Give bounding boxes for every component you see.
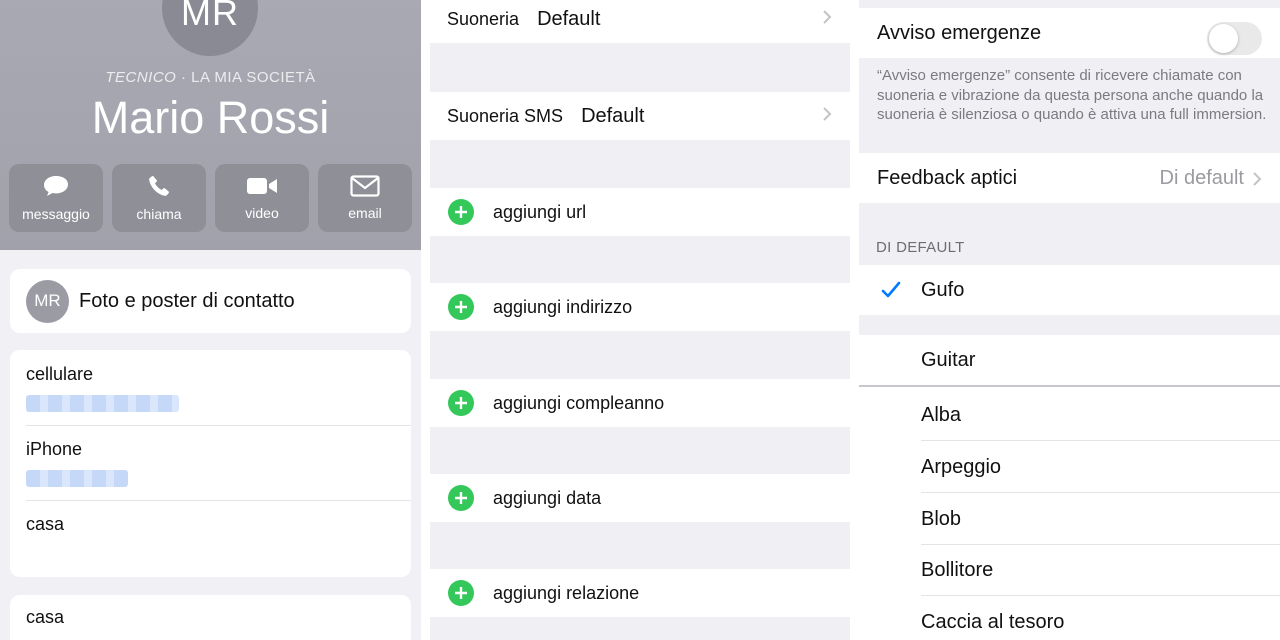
video-icon xyxy=(247,178,277,194)
add-icon xyxy=(448,580,474,606)
tone-row[interactable]: Caccia al tesoro xyxy=(921,596,1280,640)
contact-edit-panel: Suoneria Default Suoneria SMS Default ag… xyxy=(430,0,850,640)
add-relation-row[interactable]: aggiungi relazione xyxy=(430,569,850,617)
haptic-feedback-row[interactable]: Feedback aptici Di default xyxy=(859,153,1280,203)
sms-tone-row[interactable]: Suoneria SMS Default xyxy=(430,92,850,140)
phone-label: cellulare xyxy=(26,364,94,384)
contact-card-panel: MR TECNICO · LA MIA SOCIETÀ Mario Rossi … xyxy=(0,0,421,640)
tone-label: Alba xyxy=(921,403,962,426)
ringtone-row[interactable]: Suoneria Default xyxy=(430,0,850,43)
tone-list: Alba Arpeggio Blob Bollitore Caccia al t… xyxy=(859,387,1280,640)
address-label: casa xyxy=(26,607,65,627)
add-url-label: aggiungi url xyxy=(493,201,587,222)
haptic-value: Di default xyxy=(1160,167,1263,190)
add-icon xyxy=(448,294,474,320)
emergency-bypass-row: Avviso emergenze xyxy=(859,8,1280,58)
message-label: messaggio xyxy=(22,206,90,222)
add-address-label: aggiungi indirizzo xyxy=(493,296,633,317)
contact-name: Mario Rossi xyxy=(91,92,330,143)
chevron-right-icon xyxy=(823,107,832,121)
phone-row-iphone[interactable]: iPhone xyxy=(10,425,411,500)
phone-number-redacted xyxy=(26,470,128,487)
message-button[interactable]: messaggio xyxy=(9,164,103,232)
email-button[interactable]: email xyxy=(318,164,412,232)
chevron-right-icon xyxy=(823,10,832,24)
emergency-bypass-toggle[interactable] xyxy=(1207,22,1262,55)
address-row-home[interactable]: casa xyxy=(10,595,411,640)
phone-row-mobile[interactable]: cellulare xyxy=(10,350,411,425)
avatar-initials: MR xyxy=(34,291,61,310)
contact-initials: MR xyxy=(181,0,239,33)
contact-header: MR TECNICO · LA MIA SOCIETÀ Mario Rossi … xyxy=(0,0,421,250)
add-date-row[interactable]: aggiungi data xyxy=(430,474,850,522)
phone-icon xyxy=(149,175,169,196)
add-icon xyxy=(448,199,474,225)
add-icon xyxy=(448,390,474,416)
ringtone-settings-panel: Avviso emergenze “Avviso emergenze” cons… xyxy=(859,0,1280,640)
tone-row[interactable]: Blob xyxy=(921,493,1280,545)
photo-poster-row[interactable]: MR Foto e poster di contatto xyxy=(10,269,411,333)
phone-label: iPhone xyxy=(26,439,83,459)
emergency-note: “Avviso emergenze” consente di ricevere … xyxy=(877,67,1267,123)
tone-label: Bollitore xyxy=(921,558,994,581)
ringtone-label: Suoneria xyxy=(447,8,520,29)
section-header: DI DEFAULT xyxy=(876,239,965,256)
haptic-label: Feedback aptici xyxy=(877,166,1018,189)
tone-row[interactable]: Arpeggio xyxy=(921,441,1280,493)
emergency-label: Avviso emergenze xyxy=(877,21,1042,44)
tone-row[interactable]: Guitar xyxy=(859,335,1280,385)
chevron-right-icon xyxy=(1253,171,1262,186)
tone-label: Caccia al tesoro xyxy=(921,610,1065,633)
tone-label: Guitar xyxy=(921,348,976,371)
email-label: email xyxy=(348,205,382,221)
tone-label: Blob xyxy=(921,507,962,530)
tone-label: Arpeggio xyxy=(921,455,1002,478)
message-icon xyxy=(44,176,68,196)
email-icon xyxy=(350,175,380,197)
sms-tone-label: Suoneria SMS xyxy=(447,105,564,126)
contact-avatar[interactable]: MR xyxy=(162,0,258,56)
quick-actions: messaggio chiama video email xyxy=(9,164,412,232)
toggle-knob xyxy=(1209,24,1238,53)
ringtone-value: Default xyxy=(537,7,601,30)
company-name: · LA MIA SOCIETÀ xyxy=(176,69,316,86)
phone-number-redacted xyxy=(26,395,179,412)
contact-avatar-small: MR xyxy=(26,279,69,323)
checkmark-icon xyxy=(881,281,901,298)
add-url-row[interactable]: aggiungi url xyxy=(430,188,850,236)
sms-tone-value: Default xyxy=(581,104,645,127)
contact-subtitle: TECNICO · LA MIA SOCIETÀ xyxy=(0,69,421,86)
add-address-row[interactable]: aggiungi indirizzo xyxy=(430,283,850,331)
tone-row[interactable]: Alba xyxy=(921,389,1280,441)
job-title: TECNICO xyxy=(105,69,177,86)
photo-poster-label: Foto e poster di contatto xyxy=(79,289,295,312)
tone-row[interactable]: Bollitore xyxy=(921,544,1280,596)
video-label: video xyxy=(245,205,279,221)
add-birthday-row[interactable]: aggiungi compleanno xyxy=(430,379,850,427)
add-date-label: aggiungi data xyxy=(493,487,602,508)
call-button[interactable]: chiama xyxy=(112,164,206,232)
haptic-value-text: Di default xyxy=(1159,167,1245,189)
add-relation-label: aggiungi relazione xyxy=(493,582,640,603)
add-birthday-label: aggiungi compleanno xyxy=(493,392,665,413)
video-button[interactable]: video xyxy=(215,164,309,232)
add-icon xyxy=(448,485,474,511)
phone-row-home[interactable]: casa xyxy=(10,500,411,575)
phone-label: casa xyxy=(26,514,65,534)
tone-row-selected[interactable]: Gufo xyxy=(859,265,1280,315)
selected-tone-label: Gufo xyxy=(921,278,965,301)
phone-numbers-card: cellulare iPhone casa xyxy=(10,350,411,577)
call-label: chiama xyxy=(136,206,182,222)
